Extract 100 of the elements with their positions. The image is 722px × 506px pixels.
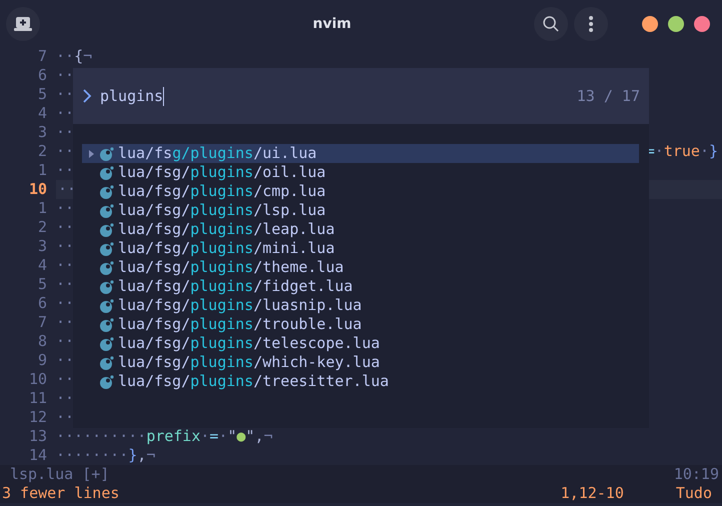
message: 3 fewer lines bbox=[2, 484, 120, 503]
result-item[interactable]: lua/fsg/plugins/cmp.lua bbox=[82, 182, 639, 201]
line-number: 1 bbox=[36, 199, 48, 218]
result-item[interactable]: lua/fsg/plugins/lsp.lua bbox=[82, 201, 639, 220]
maximize-button[interactable] bbox=[668, 16, 684, 32]
code-line: ·· bbox=[56, 237, 74, 256]
code-line: ·· bbox=[56, 66, 74, 85]
result-item[interactable]: lua/fsg/plugins/telescope.lua bbox=[82, 334, 639, 353]
code-line: ·· bbox=[56, 351, 74, 370]
file-path: lua/fsg/plugins/mini.lua bbox=[118, 239, 335, 258]
moon-icon bbox=[100, 374, 114, 388]
file-path: lua/fsg/plugins/telescope.lua bbox=[118, 334, 380, 353]
line-number: 3 bbox=[36, 123, 48, 142]
result-item[interactable]: lua/fsg/plugins/theme.lua bbox=[82, 258, 639, 277]
code-line: ·· bbox=[56, 313, 74, 332]
code-line: ··········prefix·=·"●",¬ bbox=[56, 427, 273, 446]
moon-icon bbox=[100, 280, 114, 294]
search-field[interactable]: plugins bbox=[100, 85, 577, 107]
new-tab-button[interactable] bbox=[6, 6, 40, 40]
code-line: ·· bbox=[56, 294, 74, 313]
line-number: 6 bbox=[36, 294, 48, 313]
code-line: ·· bbox=[56, 104, 74, 123]
chevron-icon bbox=[82, 88, 92, 104]
line-number: 8 bbox=[36, 332, 48, 351]
line-number: 11 bbox=[28, 389, 48, 408]
line-number: 4 bbox=[36, 104, 48, 123]
file-path: lua/fsg/plugins/lsp.lua bbox=[118, 201, 326, 220]
moon-icon bbox=[100, 336, 114, 350]
result-item[interactable]: lua/fsg/plugins/oil.lua bbox=[82, 163, 639, 182]
moon-icon bbox=[100, 318, 114, 332]
line-number: 5 bbox=[36, 275, 48, 294]
menu-button[interactable] bbox=[574, 6, 608, 40]
code-line: ·· bbox=[56, 389, 74, 408]
result-item[interactable]: lua/fsg/plugins/ui.lua bbox=[82, 144, 639, 163]
result-item[interactable]: lua/fsg/plugins/leap.lua bbox=[82, 220, 639, 239]
code-line: ·· bbox=[56, 123, 74, 142]
caret-icon bbox=[88, 150, 94, 158]
result-item[interactable]: lua/fsg/plugins/luasnip.lua bbox=[82, 296, 639, 315]
code-line: ·· bbox=[58, 180, 76, 199]
code-line: ·· bbox=[56, 199, 74, 218]
clock: 10:19 bbox=[674, 465, 719, 484]
file-path: lua/fsg/plugins/ui.lua bbox=[118, 144, 317, 163]
moon-icon bbox=[100, 356, 114, 370]
file-path: lua/fsg/plugins/fidget.lua bbox=[118, 277, 353, 296]
code-line: ·· bbox=[56, 275, 74, 294]
moon-icon bbox=[100, 242, 114, 256]
line-number: 14 bbox=[28, 446, 48, 465]
search-icon bbox=[542, 14, 560, 32]
line-number: 10 bbox=[28, 370, 48, 389]
moon-icon bbox=[100, 260, 114, 274]
new-tab-icon bbox=[14, 16, 32, 30]
line-number: 2 bbox=[36, 218, 48, 237]
line-number: 5 bbox=[36, 85, 48, 104]
file-path: lua/fsg/plugins/trouble.lua bbox=[118, 315, 362, 334]
result-item[interactable]: lua/fsg/plugins/which-key.lua bbox=[82, 353, 639, 372]
line-number: 1 bbox=[36, 161, 48, 180]
result-item[interactable]: lua/fsg/plugins/trouble.lua bbox=[82, 315, 639, 334]
file-path: lua/fsg/plugins/which-key.lua bbox=[118, 353, 380, 372]
code-line: ·· bbox=[56, 161, 74, 180]
moon-icon bbox=[100, 184, 114, 198]
code-line: ········},¬ bbox=[56, 446, 156, 465]
line-number: 12 bbox=[28, 408, 48, 427]
code-line: ·· bbox=[56, 408, 74, 427]
file-name: lsp.lua [+] bbox=[10, 465, 110, 484]
file-path: lua/fsg/plugins/theme.lua bbox=[118, 258, 344, 277]
match-counter: 13 / 17 bbox=[576, 87, 640, 105]
result-item[interactable]: lua/fsg/plugins/fidget.lua bbox=[82, 277, 639, 296]
moon-icon bbox=[100, 146, 114, 160]
line-number: 2 bbox=[36, 142, 48, 161]
moon-icon bbox=[100, 166, 114, 180]
file-path: lua/fsg/plugins/treesitter.lua bbox=[118, 372, 389, 391]
close-button[interactable] bbox=[694, 16, 710, 32]
code-line: ·· bbox=[56, 332, 74, 351]
file-path: lua/fsg/plugins/cmp.lua bbox=[118, 182, 326, 201]
code-line: ·· bbox=[56, 256, 74, 275]
moon-icon bbox=[100, 222, 114, 236]
line-number: 3 bbox=[36, 237, 48, 256]
cursor-position: 1,12-10 bbox=[560, 484, 624, 503]
line-number: 13 bbox=[28, 427, 48, 446]
code-line: ·· bbox=[56, 218, 74, 237]
moon-icon bbox=[100, 298, 114, 312]
window-title: nvim bbox=[312, 16, 352, 32]
file-path: lua/fsg/plugins/leap.lua bbox=[118, 220, 335, 239]
line-number: 7 bbox=[36, 47, 48, 66]
result-item[interactable]: lua/fsg/plugins/treesitter.lua bbox=[82, 372, 639, 391]
line-number: 9 bbox=[36, 351, 48, 370]
file-path: lua/fsg/plugins/luasnip.lua bbox=[118, 296, 362, 315]
code-line: ··{¬ bbox=[56, 47, 92, 66]
line-number: 7 bbox=[36, 313, 48, 332]
code-line: ·· bbox=[56, 85, 74, 104]
moon-icon bbox=[100, 204, 114, 218]
file-path: lua/fsg/plugins/oil.lua bbox=[118, 163, 326, 182]
scroll-position: Tudo bbox=[676, 484, 712, 503]
line-number: 4 bbox=[36, 256, 48, 275]
menu-icon bbox=[588, 14, 594, 32]
code-line: ·· bbox=[56, 370, 74, 389]
result-item[interactable]: lua/fsg/plugins/mini.lua bbox=[82, 239, 639, 258]
minimize-button[interactable] bbox=[642, 16, 658, 32]
search-button[interactable] bbox=[534, 6, 568, 40]
code-line: ·· bbox=[56, 142, 74, 161]
